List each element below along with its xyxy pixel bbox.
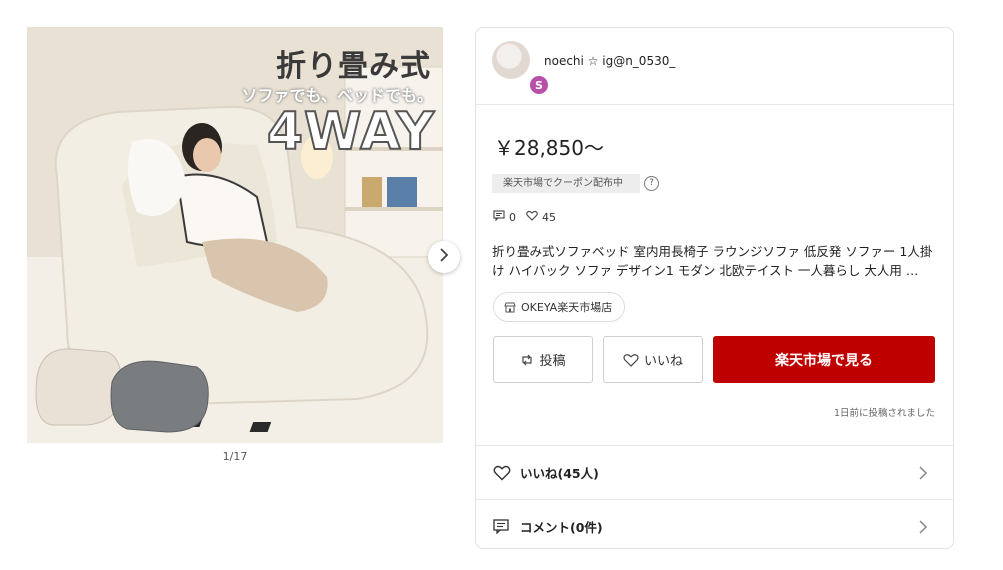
image-title-overlay: 折り畳み式 [276,49,431,84]
comment-icon [493,519,509,534]
repost-icon [520,354,534,366]
like-button[interactable]: いいね [603,336,703,383]
comment-count: 0 [509,210,516,224]
like-label: いいね [643,354,683,369]
chevron-right-icon [438,247,450,267]
post-label: 投稿 [539,354,566,369]
product-image[interactable]: 折り畳み式 ソファでも、ベッドでも。 4WAY [27,27,443,443]
help-icon[interactable]: ? [644,176,659,191]
heart-icon [526,210,538,224]
username[interactable]: noechi ☆ ig@n_0530_ [544,54,675,68]
heart-icon [623,353,639,367]
price: ￥28,850～ [494,136,604,160]
avatar[interactable]: S [492,41,548,94]
user-header: S noechi ☆ ig@n_0530_ [476,28,953,105]
heart-icon [493,465,511,481]
comments-row[interactable]: コメント(0件) [476,499,953,553]
like-count: 45 [542,210,556,224]
image-counter: 1/17 [222,450,248,463]
next-image-button[interactable] [428,241,460,273]
chevron-right-icon [918,465,928,481]
shop-name: OKEYA楽天市場店 [521,301,613,314]
product-card: S noechi ☆ ig@n_0530_ ￥28,850～ 楽天市場でクーポン… [475,27,954,549]
product-description[interactable]: 折り畳み式ソファベッド 室内用長椅子 ラウンジソファ 低反発 ソファー 1人掛け… [492,242,940,280]
stats-row: 0 45 [493,210,556,224]
view-on-rakuten-button[interactable]: 楽天市場で見る [713,336,935,383]
comment-icon [493,210,505,224]
chevron-right-icon [918,519,928,535]
shop-icon [504,302,516,313]
coupon-badge: 楽天市場でクーポン配布中 [492,174,640,193]
post-button[interactable]: 投稿 [493,336,593,383]
avatar-badge: S [530,76,548,94]
comments-row-label: コメント(0件) [520,520,603,535]
image-badge-overlay: 4WAY [266,101,435,163]
likes-row-label: いいね(45人) [520,466,599,481]
posted-time: 1日前に投稿されました [833,408,935,419]
likes-row[interactable]: いいね(45人) [476,445,953,499]
shop-link[interactable]: OKEYA楽天市場店 [493,292,626,322]
